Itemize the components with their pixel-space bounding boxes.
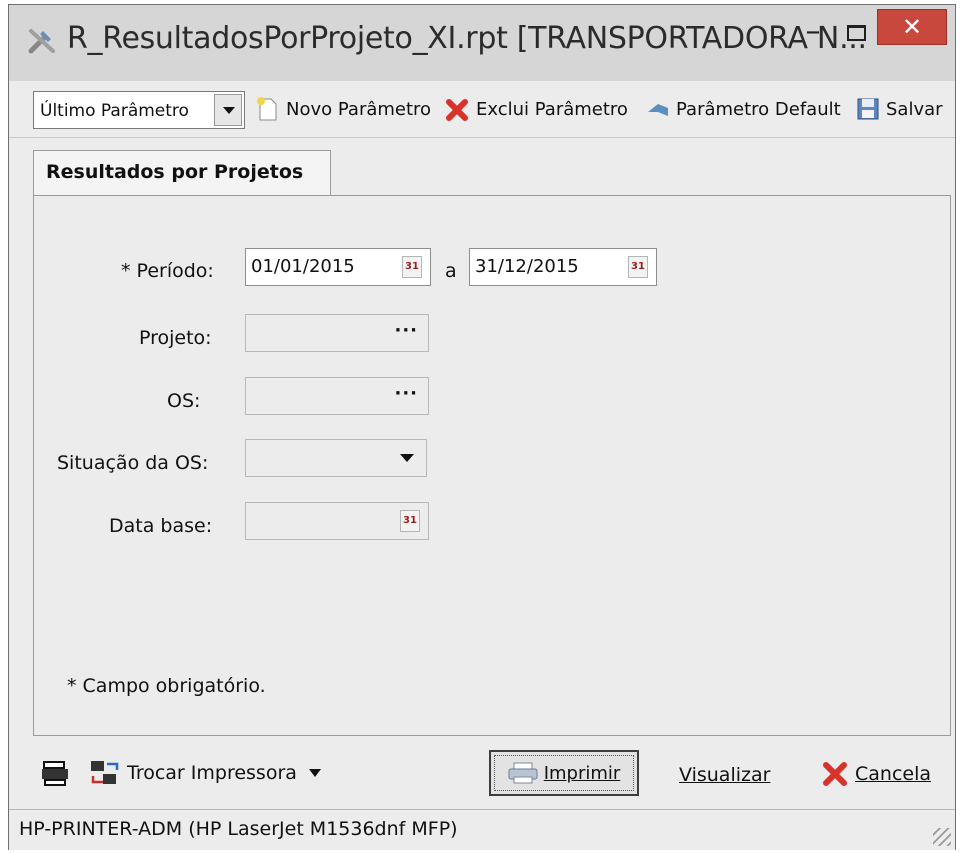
report-window: R_ResultadosPorProjeto_XI.rpt [TRANSPORT… bbox=[8, 4, 956, 850]
cancel-x-icon bbox=[823, 762, 847, 786]
tools-icon bbox=[28, 29, 55, 54]
preview-button[interactable]: Visualizar bbox=[679, 764, 770, 786]
cancel-label: Cancela bbox=[855, 763, 932, 785]
calendar-icon[interactable]: 31 bbox=[400, 510, 420, 532]
change-printer-label: Trocar Impressora bbox=[127, 762, 297, 784]
default-parameter-label: Parâmetro Default bbox=[676, 98, 841, 120]
status-bar: HP-PRINTER-ADM (HP LaserJet M1536dnf MFP… bbox=[9, 809, 955, 850]
periodo-end-value: 31/12/2015 bbox=[475, 256, 579, 277]
delete-parameter-button[interactable]: Exclui Parâmetro bbox=[445, 91, 628, 127]
ellipsis-icon[interactable]: ··· bbox=[394, 383, 418, 404]
periodo-label: * Período: bbox=[121, 260, 214, 282]
revert-arrow-icon bbox=[648, 104, 668, 116]
tab-label: Resultados por Projetos bbox=[46, 161, 304, 183]
resize-grip[interactable] bbox=[933, 828, 951, 846]
save-button[interactable]: Salvar bbox=[855, 91, 943, 127]
preview-label: Visualizar bbox=[679, 764, 771, 786]
required-note: * Campo obrigatório. bbox=[67, 675, 266, 697]
default-parameter-button[interactable]: Parâmetro Default bbox=[645, 91, 841, 127]
title-bar[interactable]: R_ResultadosPorProjeto_XI.rpt [TRANSPORT… bbox=[9, 5, 955, 81]
print-label: Imprimir bbox=[543, 762, 621, 784]
periodo-end-field[interactable]: 31/12/2015 31 bbox=[469, 248, 657, 286]
chevron-down-icon[interactable] bbox=[214, 94, 242, 126]
window-title: R_ResultadosPorProjeto_XI.rpt [TRANSPORT… bbox=[67, 21, 867, 56]
change-printer-button[interactable]: Trocar Impressora bbox=[89, 758, 321, 788]
projeto-label: Projeto: bbox=[139, 327, 212, 349]
periodo-start-field[interactable]: 01/01/2015 31 bbox=[245, 248, 431, 286]
chevron-down-icon[interactable] bbox=[308, 769, 321, 777]
chevron-down-icon[interactable] bbox=[400, 454, 414, 462]
printer-setup-button[interactable] bbox=[41, 758, 71, 788]
situacao-dropdown[interactable] bbox=[245, 439, 427, 477]
new-parameter-label: Novo Parâmetro bbox=[286, 98, 432, 120]
delete-parameter-label: Exclui Parâmetro bbox=[476, 98, 628, 120]
print-button[interactable]: Imprimir bbox=[489, 750, 639, 796]
close-button[interactable]: ✕ bbox=[877, 9, 947, 45]
minimize-button[interactable]: – bbox=[797, 17, 829, 49]
projeto-field[interactable]: ··· bbox=[245, 314, 429, 352]
maximize-button[interactable] bbox=[839, 19, 873, 49]
calendar-icon[interactable]: 31 bbox=[628, 256, 648, 278]
periodo-start-value: 01/01/2015 bbox=[251, 256, 355, 277]
database-label: Data base: bbox=[109, 515, 213, 537]
printer-icon bbox=[508, 762, 538, 784]
calendar-icon[interactable]: 31 bbox=[402, 256, 422, 278]
delete-x-icon bbox=[446, 99, 468, 121]
tab-resultados-por-projetos[interactable]: Resultados por Projetos bbox=[33, 150, 331, 196]
save-label: Salvar bbox=[886, 98, 943, 120]
printer-icon bbox=[42, 761, 68, 786]
os-label: OS: bbox=[167, 390, 201, 412]
action-bar: Trocar Impressora Imprimir Visualizar Ca… bbox=[9, 740, 955, 804]
new-parameter-button[interactable]: Novo Parâmetro bbox=[255, 91, 431, 127]
new-document-icon bbox=[257, 97, 277, 121]
periodo-separator: a bbox=[445, 260, 457, 282]
cancel-button[interactable]: Cancela bbox=[821, 760, 931, 788]
database-field[interactable]: 31 bbox=[245, 502, 429, 540]
floppy-disk-icon bbox=[857, 98, 879, 120]
parameter-combo-value: Último Parâmetro bbox=[40, 101, 189, 121]
ellipsis-icon[interactable]: ··· bbox=[394, 320, 418, 341]
current-printer: HP-PRINTER-ADM (HP LaserJet M1536dnf MFP… bbox=[19, 818, 458, 840]
os-field[interactable]: ··· bbox=[245, 377, 429, 415]
parameter-combo[interactable]: Último Parâmetro bbox=[33, 91, 245, 129]
parameter-toolbar: Último Parâmetro Novo Parâmetro Exclui P… bbox=[9, 81, 955, 138]
situacao-label: Situação da OS: bbox=[57, 452, 209, 474]
swap-printers-icon bbox=[91, 761, 119, 784]
